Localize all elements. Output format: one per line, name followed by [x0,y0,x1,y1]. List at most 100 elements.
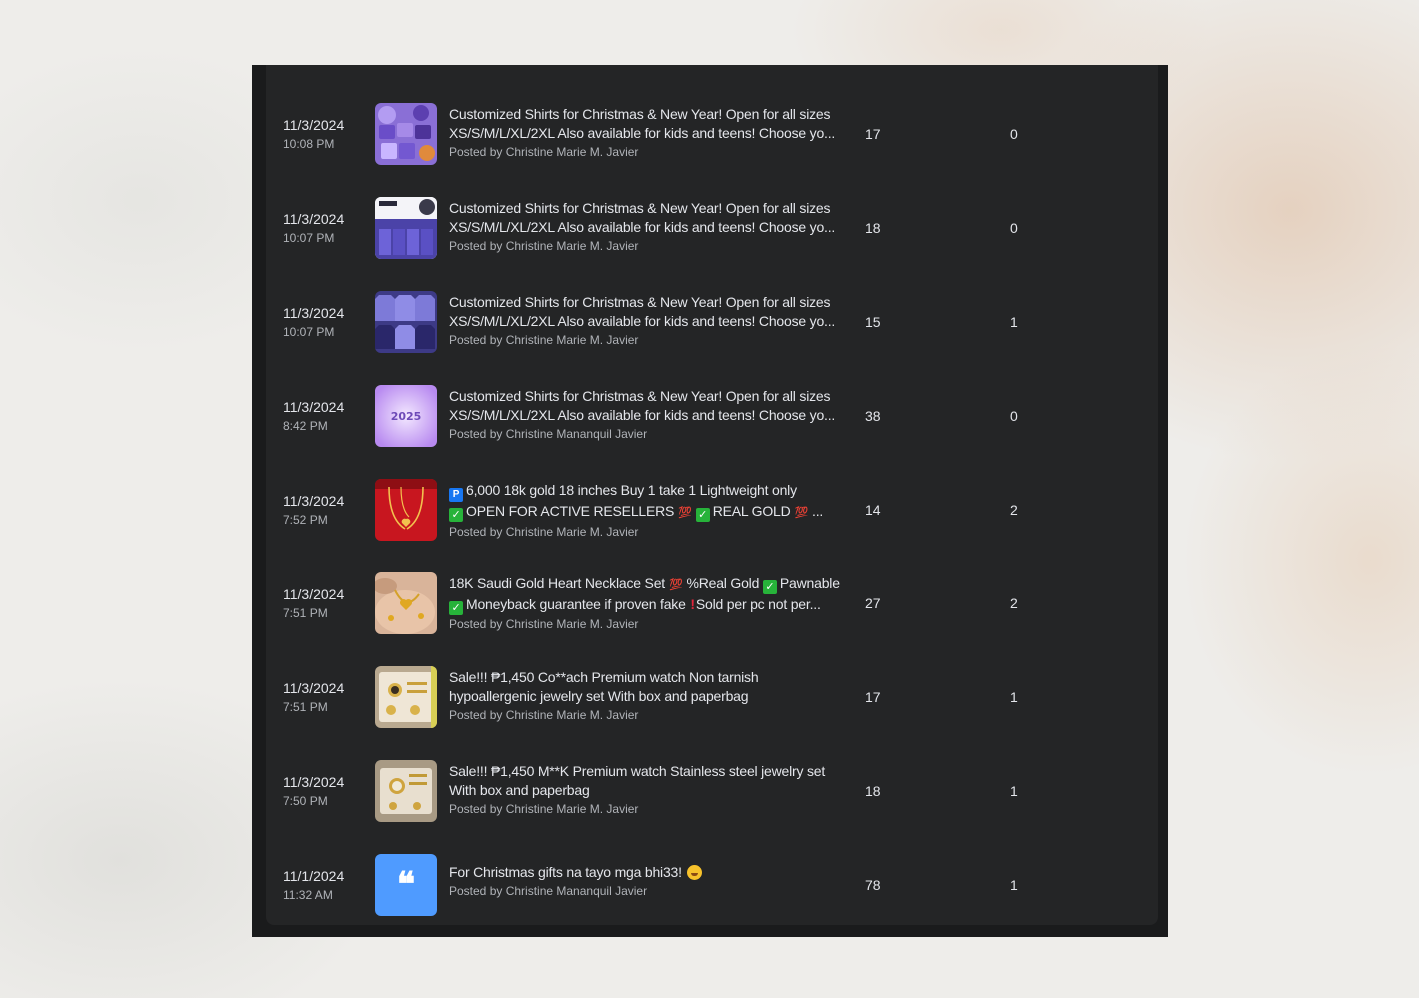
parking-emoji-icon: P [449,488,463,502]
post-date: 11/3/2024 [283,305,345,321]
post-author: Posted by Christine Marie M. Javier [449,708,639,722]
post-engagement: 1 [1010,314,1018,330]
post-date: 11/3/2024 [283,211,345,227]
post-time: 7:50 PM [283,794,328,808]
post-author: Posted by Christine Mananquil Javier [449,884,648,898]
post-row[interactable]: 11/3/2024 7:50 PM Sale!!! ₱1,450 M**K Pr… [266,740,1158,833]
post-row[interactable]: 11/3/2024 7:51 PM Sale!!! ₱1,450 Co**ach… [266,646,1158,739]
post-text[interactable]: Customized Shirts for Christmas & New Ye… [449,387,854,443]
post-reach: 27 [865,595,881,611]
hundred-emoji-icon: 💯 [794,507,809,519]
post-text[interactable]: Customized Shirts for Christmas & New Ye… [449,105,854,161]
post-author: Posted by Christine Marie M. Javier [449,239,639,253]
post-row[interactable]: 11/3/2024 7:51 PM 18K Saudi Gold Heart N… [266,552,1158,645]
post-engagement: 0 [1010,408,1018,424]
post-time: 8:42 PM [283,419,328,433]
post-title-line1: 18K Saudi Gold Heart Necklace Set 💯 %Real … [449,575,840,594]
post-date: 11/3/2024 [283,493,345,509]
post-row[interactable]: 11/3/2024 10:08 PM Customized Shirts for… [266,83,1158,176]
post-engagement: 0 [1010,126,1018,142]
post-text[interactable]: Customized Shirts for Christmas & New Ye… [449,293,854,349]
post-reach: 78 [865,877,881,893]
post-thumbnail[interactable] [375,666,437,728]
posts-list: 11/3/2024 10:08 PM Customized Shirts for… [266,65,1158,925]
post-text[interactable]: Sale!!! ₱1,450 Co**ach Premium watch Non… [449,668,854,724]
post-date: 11/3/2024 [283,399,345,415]
post-thumbnail[interactable] [375,197,437,259]
post-thumbnail[interactable] [375,479,437,541]
post-title-line2: XS/S/M/L/XL/2XL Also available for kids … [449,125,836,141]
post-reach: 38 [865,408,881,424]
post-thumbnail[interactable] [375,572,437,634]
post-text[interactable]: Customized Shirts for Christmas & New Ye… [449,199,854,255]
post-time: 11:32 AM [283,888,333,902]
post-text[interactable]: 18K Saudi Gold Heart Necklace Set 💯 %Real … [449,574,854,633]
post-thumbnail[interactable] [375,291,437,353]
post-text[interactable]: Sale!!! ₱1,450 M**K Premium watch Stainl… [449,762,854,818]
post-time: 7:52 PM [283,513,328,527]
check-emoji-icon: ✓ [762,580,777,594]
post-title-line1: P 6,000 18k gold 18 inches Buy 1 take 1 L… [449,481,854,502]
post-engagement: 1 [1010,877,1018,893]
post-title-line1: Sale!!! ₱1,450 M**K Premium watch Stainl… [449,763,826,779]
post-title-line1: For Christmas gifts na tayo mga bhi33! [449,863,854,882]
post-time: 7:51 PM [283,700,328,714]
post-row[interactable]: 11/3/2024 7:52 PM P 6,000 18k gold 18 inc… [266,459,1158,552]
post-title-line2: With box and paperbag [449,782,590,798]
quote-icon: ❝ [396,865,416,905]
post-row[interactable]: 11/3/2024 10:07 PM Customized Shirts for… [266,177,1158,270]
posts-panel: 11/3/2024 10:08 PM Customized Shirts for… [252,65,1168,937]
post-title-line1: Customized Shirts for Christmas & New Ye… [449,106,831,122]
exclamation-emoji-icon: ! [690,596,695,612]
post-thumbnail[interactable] [375,760,437,822]
post-author: Posted by Christine Marie M. Javier [449,145,639,159]
post-engagement: 1 [1010,689,1018,705]
post-engagement: 0 [1010,220,1018,236]
post-date: 11/3/2024 [283,774,345,790]
post-row[interactable]: 11/3/2024 10:07 PM Customized Shirts for… [266,271,1158,364]
post-time: 10:07 PM [283,325,335,339]
check-emoji-icon: ✓ [449,601,463,615]
post-title-line1: Customized Shirts for Christmas & New Ye… [449,200,831,216]
post-reach: 15 [865,314,881,330]
post-title-line2: ✓ Moneyback guarantee if proven fake !Sol… [449,595,854,615]
post-title-line2: hypoallergenic jewelry set With box and … [449,688,749,704]
post-row[interactable]: 11/1/2024 11:32 AM ❝ For Christmas gifts… [266,834,1158,927]
post-engagement: 2 [1010,502,1018,518]
post-time: 10:08 PM [283,137,335,151]
post-title-line1: Sale!!! ₱1,450 Co**ach Premium watch Non… [449,669,759,685]
post-title-line2: XS/S/M/L/XL/2XL Also available for kids … [449,313,836,329]
post-text[interactable]: P 6,000 18k gold 18 inches Buy 1 take 1 L… [449,481,854,541]
thumb-year-text: 2025 [391,410,422,423]
check-emoji-icon: ✓ [695,508,710,522]
post-author: Posted by Christine Marie M. Javier [449,617,639,631]
post-reach: 17 [865,689,881,705]
post-date: 11/3/2024 [283,680,345,696]
post-text[interactable]: For Christmas gifts na tayo mga bhi33! P… [449,863,854,900]
smiling-face-emoji-icon [686,865,702,880]
post-engagement: 1 [1010,783,1018,799]
post-reach: 18 [865,783,881,799]
post-thumbnail[interactable]: ❝ [375,854,437,916]
post-title-line2: ✓ OPEN FOR ACTIVE RESELLERS 💯 ✓ REAL GOLD 💯..… [449,502,854,523]
post-author: Posted by Christine Mananquil Javier [449,427,648,441]
post-author: Posted by Christine Marie M. Javier [449,802,639,816]
post-date: 11/1/2024 [283,868,345,884]
post-time: 7:51 PM [283,606,328,620]
check-emoji-icon: ✓ [449,508,463,522]
hundred-emoji-icon: 💯 [678,507,692,519]
post-title-line2: XS/S/M/L/XL/2XL Also available for kids … [449,407,836,423]
post-author: Posted by Christine Marie M. Javier [449,333,639,347]
post-title-line2: XS/S/M/L/XL/2XL Also available for kids … [449,219,836,235]
post-reach: 18 [865,220,881,236]
post-date: 11/3/2024 [283,117,345,133]
post-thumbnail[interactable] [375,103,437,165]
hundred-emoji-icon: 💯 [668,579,683,591]
post-reach: 14 [865,502,881,518]
post-row[interactable]: 11/3/2024 8:42 PM 2025 Customized Shirts… [266,365,1158,458]
post-date: 11/3/2024 [283,586,345,602]
post-title-line1: Customized Shirts for Christmas & New Ye… [449,294,831,310]
post-author: Posted by Christine Marie M. Javier [449,525,639,539]
post-reach: 17 [865,126,881,142]
post-thumbnail[interactable]: 2025 [375,385,437,447]
